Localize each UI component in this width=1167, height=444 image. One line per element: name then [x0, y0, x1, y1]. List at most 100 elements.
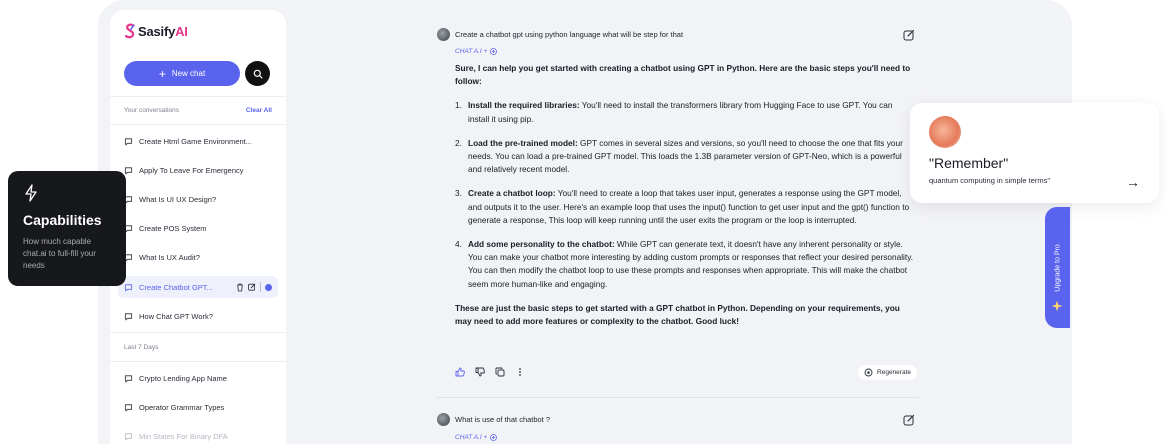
chat-area: Create a chatbot gpt using python langua…: [437, 0, 919, 444]
logo-text: SasifyAI: [138, 23, 188, 39]
sidebar: SasifyAI + New chat Your conversations C…: [110, 10, 286, 444]
more-icon[interactable]: [515, 367, 525, 377]
step-item: 1. Install the required libraries: You'll…: [455, 99, 915, 125]
conversation-item[interactable]: Create POS System: [118, 217, 278, 239]
capabilities-title: Capabilities: [23, 212, 102, 228]
active-indicator-icon: [265, 283, 272, 291]
conversation-label: Min States For Binary DFA: [139, 431, 228, 441]
divider: [437, 397, 919, 398]
answer-toolbar: Regenerate: [455, 362, 917, 382]
conversations-header: Your conversations Clear All: [124, 107, 272, 114]
conversation-label: What Is UX Audit?: [139, 252, 200, 262]
new-chat-label: New chat: [171, 69, 206, 78]
chat-bubble-icon: [124, 283, 133, 291]
step-number: 4.: [455, 239, 462, 250]
conversation-item[interactable]: Crypto Lending App Name: [118, 367, 278, 389]
conversation-label: Apply To Leave For Emergency: [139, 165, 244, 175]
avatar: [437, 413, 450, 426]
remember-card[interactable]: "Remember" quantum computing in simple t…: [910, 103, 1159, 203]
lightning-icon: [25, 184, 37, 202]
thumbs-down-icon[interactable]: [475, 367, 485, 377]
user-question: What is use of that chatbot ?: [437, 413, 550, 426]
model-label: CHAT A.I +: [455, 434, 498, 441]
conversation-label: Create Chatbot GPT...: [139, 282, 213, 292]
avatar: [437, 28, 450, 41]
conversation-label: What Is UI UX Design?: [139, 194, 217, 204]
step-number: 1.: [455, 100, 462, 111]
logo: SasifyAI: [124, 23, 188, 39]
answer-outro: These are just the basic steps to get st…: [455, 302, 900, 327]
remember-image: [929, 116, 961, 148]
question-text: Create a chatbot gpt using python langua…: [455, 30, 684, 39]
conversation-item[interactable]: What Is UI UX Design?: [118, 188, 278, 210]
step-number: 3.: [455, 188, 462, 199]
search-icon: [253, 69, 263, 79]
refresh-icon: [864, 368, 873, 376]
search-button[interactable]: [245, 61, 270, 86]
divider: [110, 361, 286, 362]
action-separator: [260, 282, 261, 292]
sparkle-icon: [490, 434, 498, 441]
conversation-label: Operator Grammar Types: [139, 402, 225, 412]
conversation-item[interactable]: Apply To Leave For Emergency: [118, 159, 278, 181]
last7-header: Last 7 Days: [124, 344, 272, 351]
step-number: 2.: [455, 137, 462, 148]
clear-all-button[interactable]: Clear All: [246, 107, 272, 114]
arrow-right-icon[interactable]: →: [1126, 174, 1140, 190]
edit-icon[interactable]: [903, 414, 915, 426]
remember-subtitle: quantum computing in simple terms": [929, 176, 1051, 185]
user-question: Create a chatbot gpt using python langua…: [437, 28, 683, 41]
conversation-actions: [236, 282, 278, 292]
step-title: Create a chatbot loop:: [468, 188, 556, 199]
remember-title: "Remember": [929, 155, 1009, 171]
chat-bubble-icon: [124, 403, 133, 411]
divider: [110, 332, 286, 333]
conversation-label: Create POS System: [139, 223, 207, 233]
chat-bubble-icon: [124, 432, 133, 440]
thumbs-up-icon[interactable]: [455, 367, 465, 377]
answer-intro: Sure, I can help you get started with cr…: [455, 63, 911, 87]
chat-bubble-icon: [124, 312, 133, 320]
capabilities-card: Capabilities How much capable chat.ai to…: [8, 171, 126, 286]
question-text: What is use of that chatbot ?: [455, 415, 551, 424]
new-chat-button[interactable]: + New chat: [124, 61, 240, 86]
conversation-label: Crypto Lending App Name: [139, 373, 227, 383]
trash-icon[interactable]: [236, 283, 244, 292]
step-title: Install the required libraries:: [468, 100, 580, 111]
step-item: 4. Add some personality to the chatbot: W…: [455, 238, 915, 291]
conversation-item[interactable]: Min States For Binary DFA: [118, 425, 278, 444]
step-item: 3. Create a chatbot loop: You'll need to …: [455, 187, 915, 227]
chat-bubble-icon: [124, 166, 133, 174]
edit-icon[interactable]: [248, 283, 256, 291]
conversation-item[interactable]: What Is UX Audit?: [118, 246, 278, 268]
regenerate-button[interactable]: Regenerate: [858, 364, 917, 380]
copy-icon[interactable]: [495, 367, 505, 377]
chat-bubble-icon: [124, 137, 133, 145]
ai-answer: Sure, I can help you get started with cr…: [455, 62, 915, 328]
upgrade-label: Upgrade to Pro: [1054, 243, 1061, 292]
conversation-item[interactable]: Create Html Game Environment...: [118, 130, 278, 152]
chat-bubble-icon: [124, 374, 133, 382]
step-item: 2. Load the pre-trained model: GPT comes …: [455, 137, 915, 177]
edit-icon[interactable]: [903, 29, 915, 41]
step-title: Add some personality to the chatbot:: [468, 239, 615, 250]
conversation-label: How Chat GPT Work?: [139, 311, 213, 321]
logo-icon: [124, 23, 135, 39]
divider: [110, 96, 286, 97]
step-title: Load the pre-trained model:: [468, 137, 578, 148]
conversation-item-active[interactable]: Create Chatbot GPT...: [118, 276, 278, 298]
regenerate-label: Regenerate: [877, 368, 911, 376]
upgrade-to-pro-tab[interactable]: Upgrade to Pro: [1045, 207, 1070, 328]
model-label-text: CHAT A.I +: [455, 48, 488, 55]
sparkles-icon: [1051, 300, 1063, 312]
conversation-label: Create Html Game Environment...: [139, 136, 252, 146]
steps-list: 1. Install the required libraries: You'll…: [455, 99, 915, 290]
conversation-item[interactable]: Operator Grammar Types: [118, 396, 278, 418]
model-label-text: CHAT A.I +: [455, 434, 488, 441]
conversation-item[interactable]: How Chat GPT Work?: [118, 305, 278, 327]
divider: [110, 124, 286, 125]
capabilities-description: How much capable chat.ai to full-fill yo…: [23, 237, 96, 270]
plus-icon: +: [158, 66, 166, 81]
conversations-header-label: Your conversations: [124, 107, 180, 114]
model-label: CHAT A.I +: [455, 48, 498, 55]
